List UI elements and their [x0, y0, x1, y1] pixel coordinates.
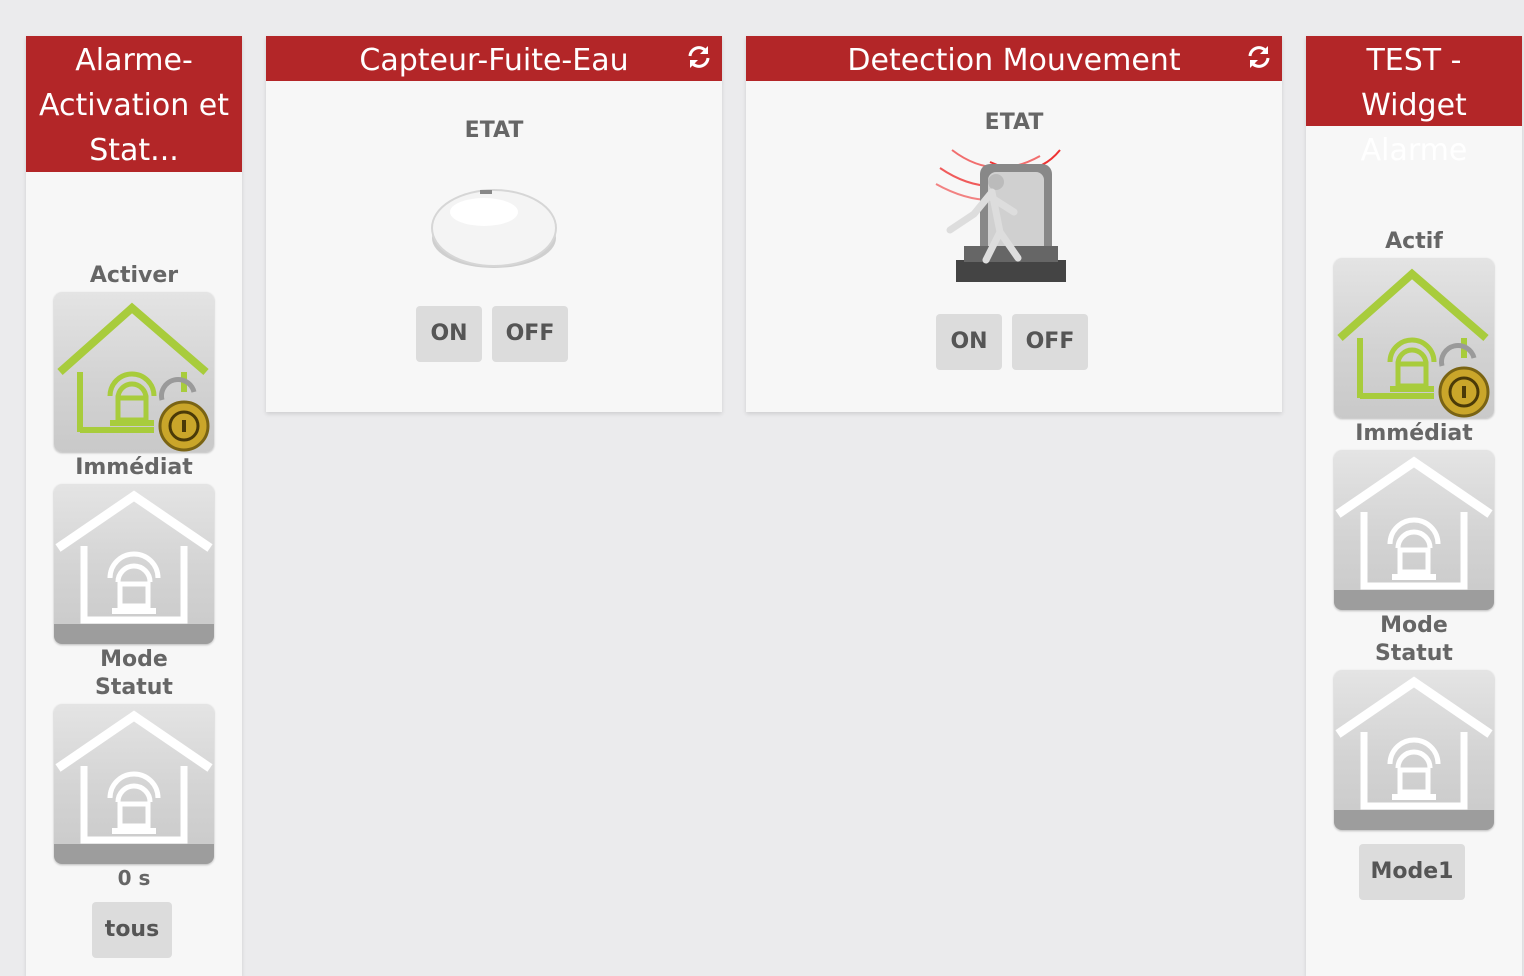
off-button[interactable]: OFF [1012, 314, 1088, 370]
widget-alarme-activation: Alarme-Activation et Stat... Activer Imm… [26, 36, 242, 976]
widget-title-text: TEST - Widget Alarme [1360, 43, 1468, 168]
house-siren-icon [55, 490, 213, 624]
widget-title: Alarme-Activation et Stat... [26, 36, 242, 172]
house-siren-icon [1335, 456, 1493, 590]
motion-alarm-siren-icon [935, 149, 1066, 282]
widget-title-text: Detection Mouvement [847, 43, 1181, 78]
alarm-mode-status-tile[interactable] [1334, 670, 1494, 830]
alarm-immediate-tile[interactable] [1334, 450, 1494, 610]
label-mode-statut: Mode Statut [1375, 613, 1453, 666]
widget-title: Detection Mouvement [746, 36, 1282, 81]
label-immediat: Immédiat [75, 455, 193, 480]
house-siren-icon [1335, 676, 1493, 810]
on-button[interactable]: ON [416, 306, 482, 362]
tile-status-bar [1334, 810, 1494, 830]
house-lock-icon [1337, 268, 1490, 418]
tile-status-bar [1334, 590, 1494, 610]
on-button[interactable]: ON [936, 314, 1002, 370]
tile-status-bar [54, 844, 214, 864]
label-immediat: Immédiat [1355, 421, 1473, 446]
label-activer: Activer [89, 263, 179, 288]
widget-test-alarme: TEST - Widget Alarme Actif Immédiat Mode… [1306, 36, 1522, 976]
refresh-icon[interactable] [1246, 44, 1272, 70]
label-etat: ETAT [464, 118, 524, 143]
alarm-mode-status-tile[interactable] [54, 704, 214, 864]
label-mode-statut: Mode Statut [95, 647, 173, 700]
water-leak-sensor-icon [431, 189, 557, 268]
tous-button[interactable]: tous [92, 902, 172, 958]
label-etat: ETAT [984, 110, 1044, 135]
widget-title-text: Capteur-Fuite-Eau [359, 43, 629, 78]
widget-detection-mouvement: Detection Mouvement ETAT ON OFF [746, 36, 1282, 412]
alarm-immediate-tile[interactable] [54, 484, 214, 644]
widget-title: TEST - Widget Alarme [1306, 36, 1522, 168]
refresh-icon[interactable] [686, 44, 712, 70]
off-button[interactable]: OFF [492, 306, 568, 362]
widget-title-text: Alarme-Activation et Stat... [39, 43, 229, 168]
mode1-button[interactable]: Mode1 [1359, 844, 1465, 900]
house-siren-icon [55, 710, 213, 844]
widget-capteur-fuite-eau: Capteur-Fuite-Eau ETAT ON OFF [266, 36, 722, 412]
alarm-active-tile[interactable] [1334, 258, 1494, 418]
tile-status-bar [54, 624, 214, 644]
delay-value: 0 s [117, 866, 151, 890]
widget-title: Capteur-Fuite-Eau [266, 36, 722, 81]
label-actif: Actif [1385, 229, 1443, 254]
house-lock-icon [57, 302, 210, 452]
alarm-activate-tile[interactable] [54, 292, 214, 452]
